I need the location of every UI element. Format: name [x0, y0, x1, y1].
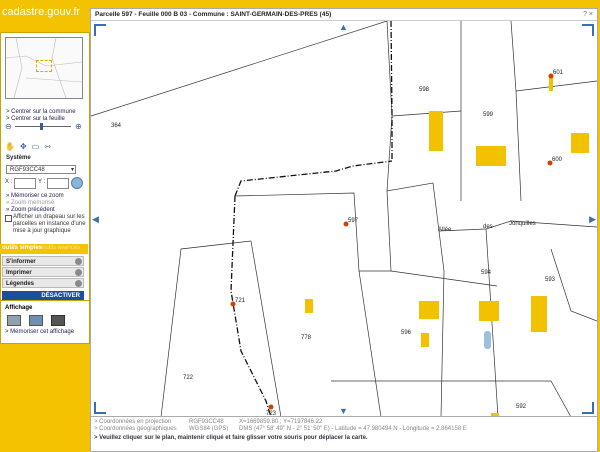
parcel-label: 600 — [552, 157, 563, 163]
affichage-label: Affichage — [5, 305, 33, 311]
expand-icon — [75, 269, 82, 276]
sinformer-button[interactable]: S'informer — [2, 256, 84, 266]
parcel-label: 599 — [483, 112, 494, 118]
parcel-labels: 364 598 599 601 600 597 594 593 721 778 … — [111, 70, 564, 417]
zoom-memorise-link[interactable]: » Zoom mémorisé — [6, 200, 54, 206]
pool — [484, 331, 491, 349]
imprimer-label: Imprimer — [6, 270, 32, 276]
map-tools: ✋ ✥ ▭ ⇿ — [5, 141, 51, 151]
legendes-button[interactable]: Légendes — [2, 278, 84, 288]
coordinates-panel: > Coordonnées en projection RGF93CC48 X=… — [90, 416, 598, 452]
pan-east-icon[interactable]: ▶ — [589, 214, 596, 225]
help-hint: > Veuillez cliquer sur le plan, mainteni… — [94, 435, 368, 441]
x-input[interactable] — [14, 178, 36, 189]
map-title: Parcelle 597 - Feuille 000 B 03 - Commun… — [91, 9, 597, 21]
buildings — [305, 77, 589, 417]
geo-label: > Coordonnées géographiques — [94, 426, 177, 432]
layer-icon[interactable] — [29, 315, 43, 326]
street-label: des — [483, 224, 493, 230]
systeme-select[interactable]: RGF93CC48 ▾ — [6, 165, 76, 174]
sinformer-label: S'informer — [6, 259, 36, 265]
chevron-down-icon: ▾ — [70, 167, 74, 173]
memoriser-affichage-link[interactable]: > Mémoriser cet affichage — [5, 329, 74, 335]
street-label: Allée — [438, 227, 452, 233]
pan-west-icon[interactable]: ◀ — [92, 214, 99, 225]
pan-north-icon[interactable]: ▲ — [339, 22, 348, 32]
tools-tabs: outils simples outils avancés — [0, 244, 88, 254]
geo-value: DMS (47° 58' 49" N - 2° 51' 50" E) - Lat… — [239, 426, 467, 432]
site-logo[interactable]: cadastre.gouv.fr — [2, 6, 88, 26]
center-feuille-link[interactable]: > Centrer sur la feuille — [6, 116, 65, 122]
commune-boundary-north — [390, 21, 393, 161]
parcel-label: 597 — [348, 218, 359, 224]
cadastral-plan[interactable]: 364 598 599 601 600 597 594 593 721 778 … — [91, 21, 597, 417]
zoom-out-icon[interactable]: ⊖ — [5, 122, 12, 131]
map-viewport[interactable]: Parcelle 597 - Feuille 000 B 03 - Commun… — [90, 8, 598, 418]
pan-south-icon[interactable]: ▼ — [339, 406, 348, 416]
proj-system: RGF93CC48 — [189, 419, 224, 425]
zoom-slider-handle[interactable] — [40, 123, 43, 130]
imprimer-button[interactable]: Imprimer — [2, 267, 84, 277]
legendes-label: Légendes — [6, 281, 35, 287]
expand-icon — [75, 280, 82, 287]
hand-pan-icon[interactable]: ✋ — [5, 142, 15, 151]
expand-icon — [75, 258, 82, 265]
parcel-label: 596 — [401, 330, 412, 336]
parcel-label: 593 — [545, 277, 556, 283]
y-input[interactable] — [47, 178, 69, 189]
layer-icon[interactable] — [51, 315, 65, 326]
parcel-label: 601 — [553, 70, 564, 76]
proj-value: X=1669859.80 ; Y=7197846.22 — [239, 419, 323, 425]
commune-boundary-south — [230, 195, 272, 417]
affichage-panel: Affichage > Mémoriser cet affichage — [0, 300, 90, 344]
tab-outils-avances[interactable]: outils avancés — [42, 245, 80, 251]
memoriser-zoom-link[interactable]: » Mémoriser ce zoom — [6, 193, 64, 199]
go-icon[interactable] — [71, 177, 83, 189]
corner-marker — [582, 402, 594, 414]
flag-label: Afficher un drapeau sur les parcelles en… — [13, 214, 86, 234]
parcel-label: 722 — [183, 375, 194, 381]
parcel-label: 592 — [516, 404, 527, 410]
corner-marker — [94, 402, 106, 414]
parcel-label: 594 — [481, 270, 492, 276]
zoom-slider[interactable] — [15, 126, 71, 127]
overview-selection[interactable] — [36, 60, 52, 72]
parcel-label: 598 — [419, 87, 430, 93]
zoom-in-icon[interactable]: ⊕ — [75, 122, 82, 131]
layer-icon[interactable] — [7, 315, 21, 326]
parcel-label: 778 — [301, 335, 312, 341]
center-commune-link[interactable]: > Centrer sur la commune — [6, 109, 76, 115]
street-label: Jonquilles — [509, 221, 536, 227]
measure-icon[interactable]: ⇿ — [44, 142, 51, 151]
overview-map[interactable] — [5, 37, 83, 99]
parcel-label: 721 — [235, 298, 246, 304]
select-box-icon[interactable]: ▭ — [32, 142, 40, 151]
y-label: Y : — [38, 179, 46, 185]
commune-boundary — [234, 160, 393, 197]
systeme-label: Système — [6, 155, 31, 161]
window-controls[interactable]: ? × — [583, 11, 593, 18]
parcel-label: 364 — [111, 123, 122, 129]
proj-label: > Coordonnées en projection — [94, 419, 172, 425]
tab-outils-simples[interactable]: outils simples — [2, 245, 42, 251]
flag-checkbox[interactable] — [5, 215, 12, 222]
parcel-boundaries — [91, 21, 597, 417]
zoom-precedent-link[interactable]: » Zoom précédent — [6, 207, 55, 213]
move-icon[interactable]: ✥ — [20, 142, 27, 151]
corner-marker — [94, 24, 106, 36]
x-label: X : — [5, 179, 13, 185]
systeme-value: RGF93CC48 — [10, 167, 45, 173]
geo-system: WGS84 (GPS) — [189, 426, 229, 432]
corner-marker — [582, 24, 594, 36]
